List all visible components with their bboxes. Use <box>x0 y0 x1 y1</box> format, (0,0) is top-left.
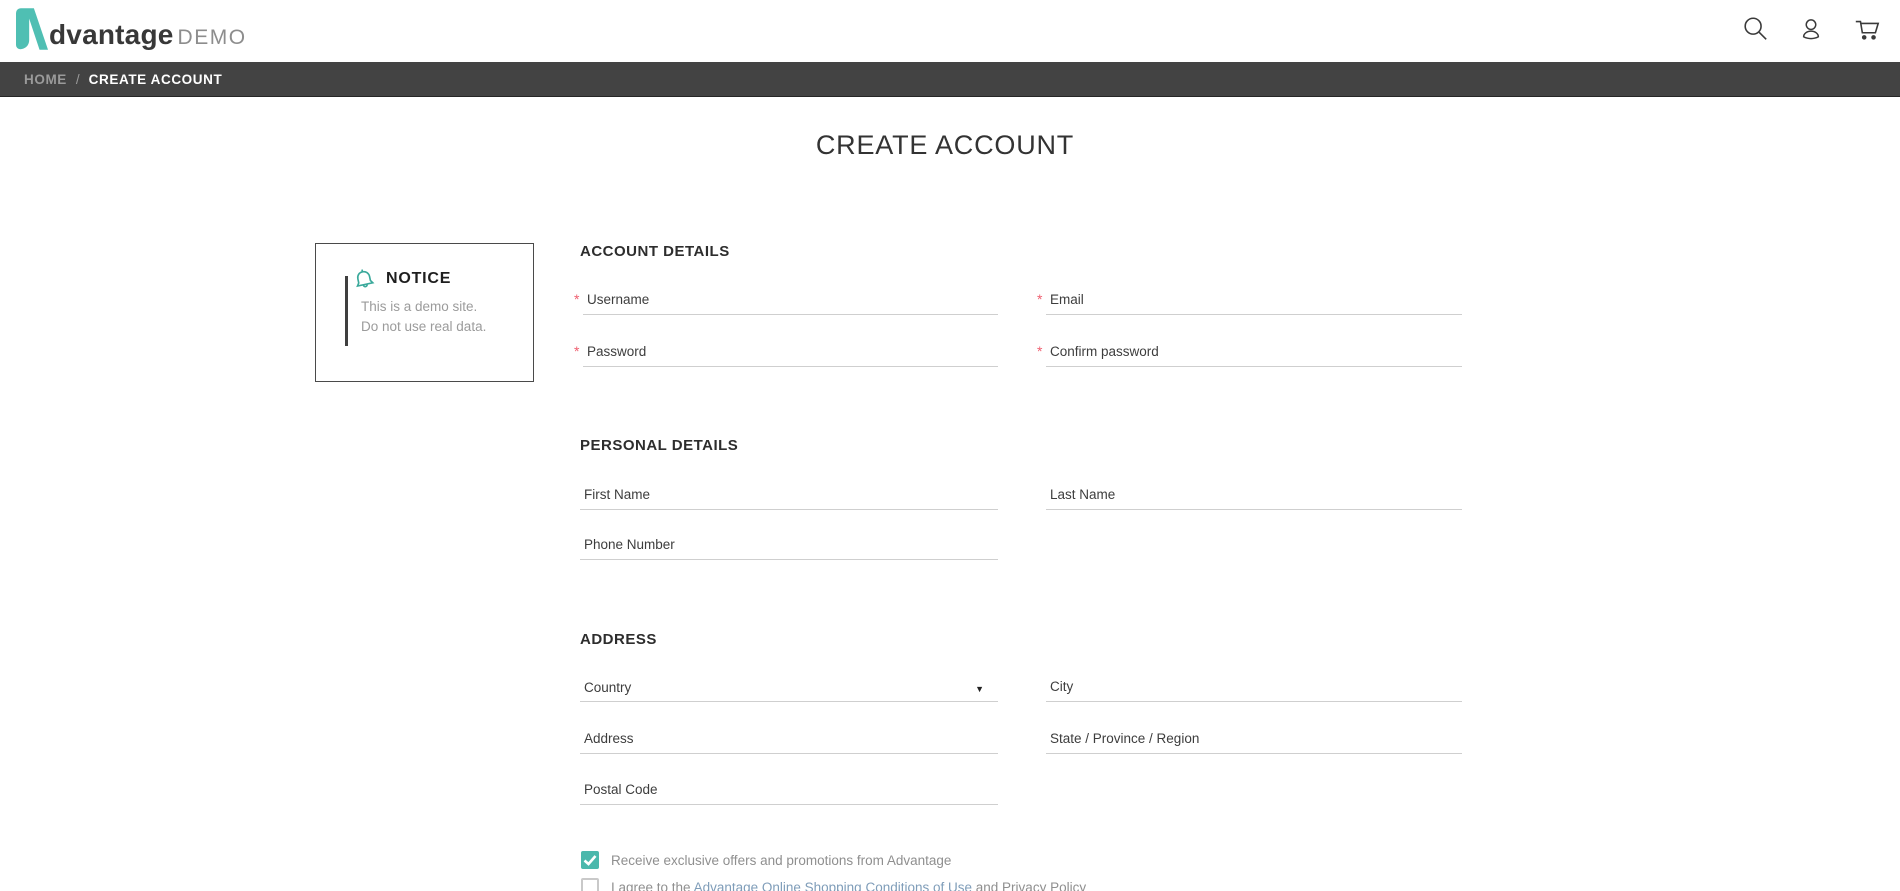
email-input[interactable] <box>1046 289 1462 314</box>
state-input[interactable] <box>1046 728 1462 753</box>
advantage-logo[interactable]: dvantage DEMO <box>16 8 247 50</box>
username-field[interactable]: * <box>583 289 998 315</box>
section-heading-address: ADDRESS <box>580 631 657 648</box>
breadcrumb: HOME / CREATE ACCOUNT <box>0 62 1900 97</box>
chevron-down-icon: ▼ <box>975 684 984 694</box>
header-icons <box>1740 14 1882 44</box>
agree-text-suffix: and Privacy Policy <box>972 880 1086 891</box>
first-name-field[interactable] <box>580 484 998 510</box>
top-header: dvantage DEMO <box>0 0 1900 62</box>
address-field[interactable] <box>580 728 998 754</box>
logo-brand-text: dvantage <box>49 21 174 49</box>
breadcrumb-current: CREATE ACCOUNT <box>89 72 223 87</box>
country-select[interactable]: Country ▼ <box>580 676 998 702</box>
address-input[interactable] <box>580 728 998 753</box>
search-icon[interactable] <box>1740 14 1770 44</box>
notice-box: NOTICE This is a demo site. Do not use r… <box>315 243 534 382</box>
city-field[interactable] <box>1046 676 1462 702</box>
username-input[interactable] <box>583 289 998 314</box>
breadcrumb-home-link[interactable]: HOME <box>24 72 67 87</box>
notice-header: NOTICE <box>353 268 451 290</box>
logo-demo-text: DEMO <box>178 27 247 48</box>
phone-number-input[interactable] <box>580 534 998 559</box>
offers-checkbox-row[interactable]: Receive exclusive offers and promotions … <box>581 851 951 869</box>
required-marker: * <box>574 343 579 359</box>
bell-icon <box>351 266 377 292</box>
password-input[interactable] <box>583 341 998 366</box>
city-input[interactable] <box>1046 676 1462 701</box>
email-field[interactable]: * <box>1046 289 1462 315</box>
postal-code-field[interactable] <box>580 779 998 805</box>
country-select-label: Country <box>584 680 631 695</box>
offers-checkbox-checked-icon[interactable] <box>581 851 599 869</box>
last-name-field[interactable] <box>1046 484 1462 510</box>
confirm-password-input[interactable] <box>1046 341 1462 366</box>
agree-link-shop[interactable]: Advantage Online Shopping <box>694 880 862 891</box>
required-marker: * <box>574 291 579 307</box>
advantage-a-mark-icon <box>16 8 48 50</box>
last-name-input[interactable] <box>1046 484 1462 509</box>
section-heading-personal-details: PERSONAL DETAILS <box>580 437 738 454</box>
notice-title: NOTICE <box>386 270 451 288</box>
state-field[interactable] <box>1046 728 1462 754</box>
agree-checkbox-row[interactable]: I agree to the Advantage Online Shopping… <box>581 878 1086 891</box>
password-field[interactable]: * <box>583 341 998 367</box>
cart-icon[interactable] <box>1852 14 1882 44</box>
breadcrumb-separator: / <box>76 72 80 87</box>
agree-checkbox-label: I agree to the Advantage Online Shopping… <box>611 880 1086 891</box>
notice-line2: Do not use real data. <box>361 319 486 334</box>
notice-line1: This is a demo site. <box>361 299 477 314</box>
agree-text-prefix: I agree to the <box>611 880 694 891</box>
section-heading-account-details: ACCOUNT DETAILS <box>580 243 730 260</box>
page-title: CREATE ACCOUNT <box>0 130 1890 161</box>
create-account-page: dvantage DEMO <box>0 0 1900 891</box>
confirm-password-field[interactable]: * <box>1046 341 1462 367</box>
first-name-input[interactable] <box>580 484 998 509</box>
offers-checkbox-label: Receive exclusive offers and promotions … <box>611 853 951 868</box>
phone-number-field[interactable] <box>580 534 998 560</box>
agree-checkbox-unchecked-icon[interactable] <box>581 878 599 891</box>
user-icon[interactable] <box>1796 14 1826 44</box>
required-marker: * <box>1037 343 1042 359</box>
required-marker: * <box>1037 291 1042 307</box>
agree-link-conditions[interactable]: Conditions of Use <box>865 880 972 891</box>
notice-accent-bar <box>345 276 348 346</box>
postal-code-input[interactable] <box>580 779 998 804</box>
